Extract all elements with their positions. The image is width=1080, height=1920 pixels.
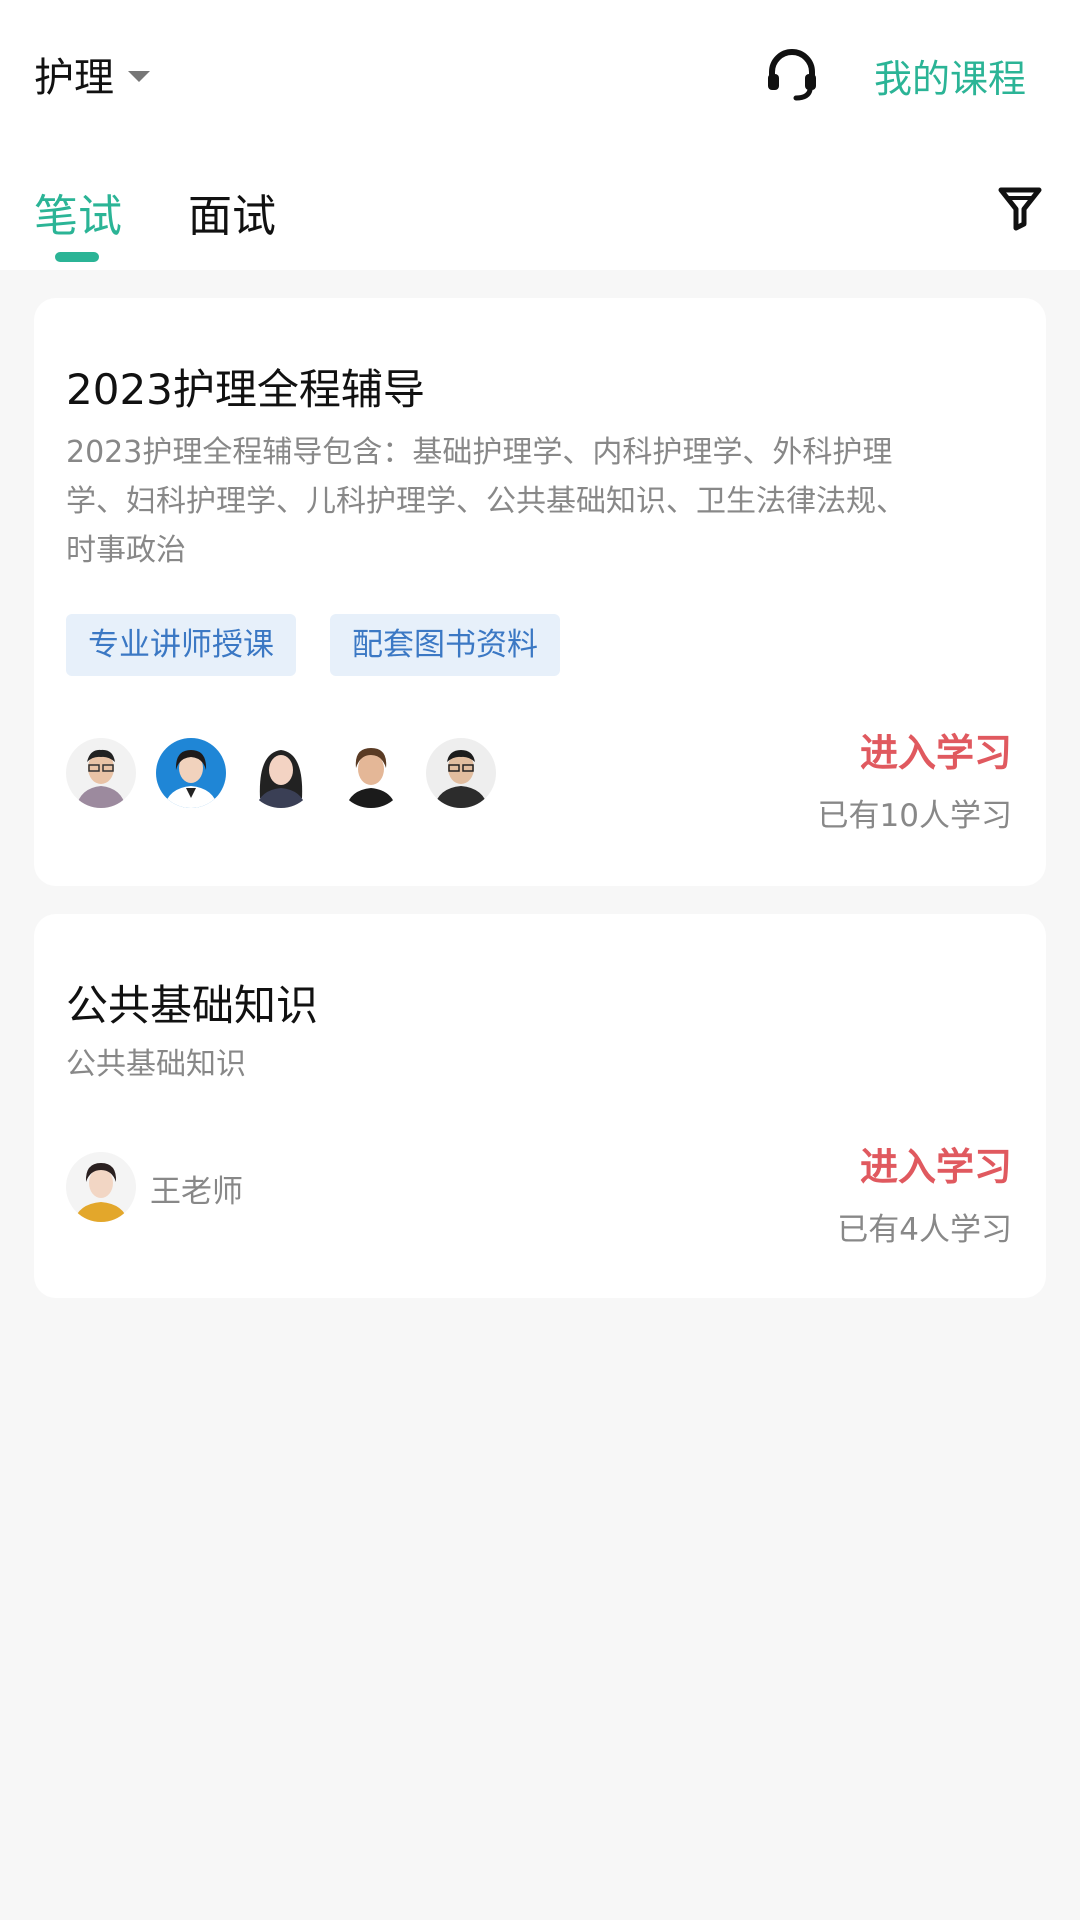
category-selector[interactable]: 护理 [34,46,150,102]
course-title: 公共基础知识 [66,981,319,1030]
course-tag: 配套图书资料 [330,614,560,676]
course-card[interactable]: 公共基础知识 公共基础知识 王老师 进入学习 已有4人学习 [34,914,1046,1298]
my-course-link[interactable]: 我的课程 [874,48,1026,103]
headset-icon[interactable] [764,46,820,102]
learner-count: 已有10人学习 [817,798,1012,834]
course-description: 公共基础知识 [66,1047,246,1082]
filter-icon[interactable] [996,184,1044,232]
top-bar: 护理 我的课程 笔试 面试 [0,0,1080,270]
teacher-avatar [66,738,136,808]
teacher-avatar [246,738,316,808]
active-tab-indicator [55,252,99,262]
course-card[interactable]: 2023护理全程辅导 2023护理全程辅导包含：基础护理学、内科护理学、外科护理… [34,298,1046,886]
tab-written-exam[interactable]: 笔试 [34,180,122,244]
learner-count: 已有4人学习 [837,1212,1012,1248]
enter-study-button[interactable]: 进入学习 [860,722,1012,777]
teacher-avatar [156,738,226,808]
tab-interview[interactable]: 面试 [188,180,276,244]
enter-study-button[interactable]: 进入学习 [860,1136,1012,1191]
teacher-avatar [336,738,406,808]
course-tag: 专业讲师授课 [66,614,296,676]
course-title: 2023护理全程辅导 [66,365,425,414]
course-description: 2023护理全程辅导包含：基础护理学、内科护理学、外科护理 学、妇科护理学、儿科… [66,435,906,568]
teacher-avatar [66,1152,136,1222]
teacher-avatar [426,738,496,808]
category-label: 护理 [34,55,114,101]
chevron-down-icon [128,70,150,82]
teacher-name: 王老师 [150,1174,243,1210]
